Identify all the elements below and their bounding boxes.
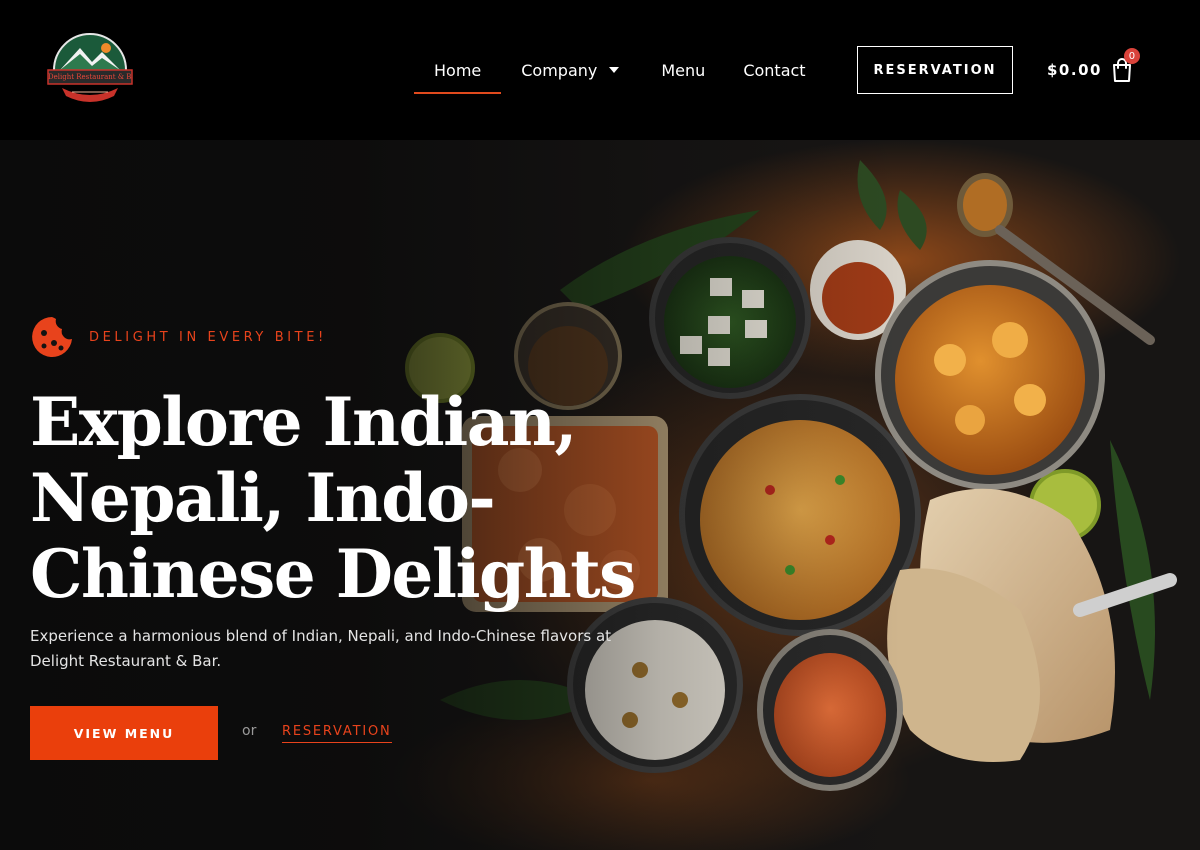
tagline-text: DELIGHT IN EVERY BITE! <box>89 329 327 345</box>
cookie-icon <box>32 317 72 357</box>
main-navigation: Home Company Menu Contact <box>414 46 824 94</box>
logo-text: Delight Restaurant & Bar <box>48 73 132 81</box>
or-separator: or <box>242 723 257 739</box>
hero-tagline: DELIGHT IN EVERY BITE! <box>30 315 327 359</box>
chevron-down-icon <box>609 67 620 73</box>
headline-line-3: Chinese Delights <box>30 535 636 613</box>
reservation-link[interactable]: RESERVATION <box>282 724 392 743</box>
site-header: Delight Restaurant & Bar Home Company Me… <box>0 0 1200 140</box>
headline-line-2: Nepali, Indo- <box>30 459 496 537</box>
hero-section: DELIGHT IN EVERY BITE! Explore Indian, N… <box>0 140 1200 850</box>
description-line-2: Delight Restaurant & Bar. <box>30 652 222 670</box>
shopping-bag-icon: 0 <box>1110 48 1140 83</box>
logo-emblem-icon <box>47 33 133 102</box>
hero-description: Experience a harmonious blend of Indian,… <box>30 624 650 674</box>
nav-item-company[interactable]: Company <box>501 46 639 94</box>
hero-headline: Explore Indian, Nepali, Indo- Chinese De… <box>30 384 670 612</box>
reservation-button[interactable]: RESERVATION <box>857 46 1013 94</box>
nav-item-menu[interactable]: Menu <box>639 46 725 94</box>
headline-line-1: Explore Indian, <box>30 383 577 461</box>
description-line-1: Experience a harmonious blend of Indian,… <box>30 627 612 645</box>
nav-item-home[interactable]: Home <box>414 46 502 94</box>
nav-item-contact[interactable]: Contact <box>725 46 823 94</box>
nav-menu-label: Menu <box>661 60 706 80</box>
cart-count-badge: 0 <box>1123 48 1140 64</box>
reservation-button-label: RESERVATION <box>873 62 997 78</box>
nav-contact-label: Contact <box>743 60 806 80</box>
nav-home-label: Home <box>434 60 482 80</box>
cart-button[interactable]: $0.00 0 <box>1047 48 1140 90</box>
view-menu-label: VIEW MENU <box>73 725 175 741</box>
restaurant-logo[interactable]: Delight Restaurant & Bar <box>46 32 134 106</box>
cart-total: $0.00 <box>1047 61 1102 79</box>
view-menu-button[interactable]: VIEW MENU <box>30 706 218 760</box>
nav-company-label: Company <box>521 60 598 80</box>
